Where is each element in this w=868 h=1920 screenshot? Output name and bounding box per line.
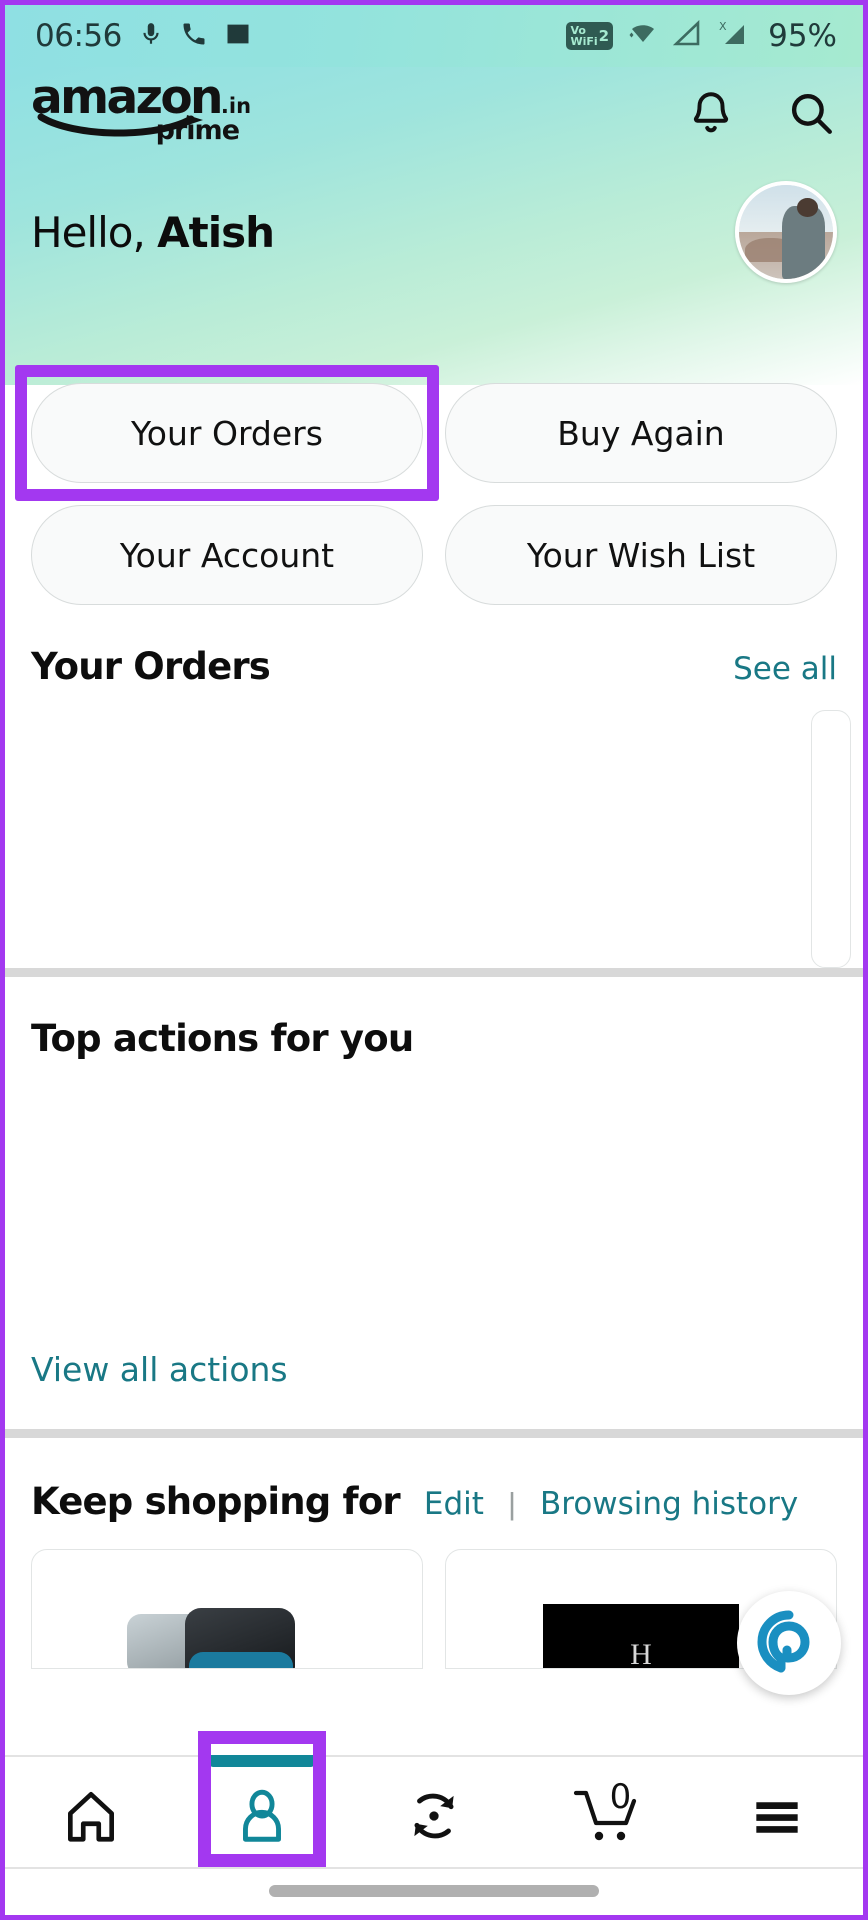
view-all-actions-row: View all actions <box>5 1350 863 1429</box>
prime-label: prime <box>155 115 240 146</box>
image-icon <box>224 20 252 53</box>
orders-section-title: Your Orders <box>31 645 271 688</box>
status-bar: 06:56 Vo WiFi 2 X 95% <box>5 5 863 67</box>
nav-profile[interactable] <box>177 1731 349 1875</box>
sync-icon <box>414 1793 454 1839</box>
wifi-icon <box>626 20 660 53</box>
status-time: 06:56 <box>35 18 122 54</box>
nav-home[interactable] <box>5 1757 177 1875</box>
status-bar-left: 06:56 <box>35 18 252 54</box>
nav-cart[interactable]: 0 <box>520 1757 692 1875</box>
nav-divider <box>5 1867 863 1869</box>
vowifi-line2: WiFi <box>570 35 598 48</box>
order-card-peek[interactable] <box>811 710 851 968</box>
signal-empty-icon <box>672 19 703 53</box>
greeting-row: Hello, Atish <box>31 181 837 283</box>
phone-screen-glow <box>189 1652 293 1668</box>
quick-action-cell-3: Your Wish List <box>445 505 837 605</box>
section-divider-1 <box>5 968 863 977</box>
greeting-prefix: Hello, <box>31 207 158 257</box>
vowifi-number: 2 <box>598 26 610 45</box>
black-product-thumbnail: H <box>543 1604 739 1669</box>
top-actions-section: Top actions for you <box>5 977 863 1350</box>
top-actions-header: Top actions for you <box>31 977 837 1060</box>
greeting-text: Hello, Atish <box>31 207 275 257</box>
nav-menu[interactable] <box>691 1757 863 1875</box>
smartphone-thumbnail <box>127 1590 327 1668</box>
nav-refresh[interactable] <box>348 1757 520 1875</box>
section-divider-2 <box>5 1429 863 1438</box>
home-icon <box>67 1791 114 1842</box>
your-account-button[interactable]: Your Account <box>31 505 423 605</box>
keep-shopping-title: Keep shopping for <box>31 1480 401 1523</box>
battery-percent: 95% <box>768 18 837 54</box>
svg-text:X: X <box>719 20 727 33</box>
avatar-head <box>797 198 818 217</box>
bottom-nav-row: 0 <box>5 1731 863 1875</box>
product-card-0[interactable] <box>31 1549 423 1669</box>
your-orders-button[interactable]: Your Orders <box>31 383 423 483</box>
top-actions-title: Top actions for you <box>31 1017 414 1060</box>
person-icon <box>243 1789 282 1842</box>
cart-icon-wrap: 0 <box>570 1777 642 1849</box>
phone-screen: 06:56 Vo WiFi 2 X 95% amazon.in prime He… <box>0 0 868 1920</box>
phone-call-icon <box>180 20 208 53</box>
hamburger-menu-icon <box>756 1802 798 1833</box>
cart-badge: 0 <box>609 1777 632 1817</box>
orders-section-header: Your Orders See all <box>31 605 837 688</box>
vowifi-badge: Vo WiFi 2 <box>566 22 614 50</box>
view-all-actions-link[interactable]: View all actions <box>31 1350 288 1389</box>
keep-shopping-edit-link[interactable]: Edit <box>424 1486 484 1522</box>
amazon-prime-logo[interactable]: amazon.in prime <box>31 73 251 147</box>
keep-shopping-separator: | <box>507 1486 516 1521</box>
quick-action-cell-0: Your Orders <box>15 365 439 501</box>
orders-see-all-link[interactable]: See all <box>733 651 837 687</box>
quick-action-cell-1: Buy Again <box>445 383 837 483</box>
status-bar-right: Vo WiFi 2 X 95% <box>566 18 837 54</box>
quick-action-cell-2: Your Account <box>31 505 423 605</box>
buy-again-button[interactable]: Buy Again <box>445 383 837 483</box>
browsing-history-link[interactable]: Browsing history <box>540 1486 798 1522</box>
alexa-assistant-button[interactable] <box>737 1591 841 1695</box>
gesture-home-bar[interactable] <box>269 1885 599 1897</box>
search-icon[interactable] <box>785 87 837 139</box>
app-header: amazon.in prime Hello, Atish <box>5 67 863 385</box>
header-top-row: amazon.in prime <box>31 67 837 163</box>
header-actions <box>685 73 837 139</box>
microphone-icon <box>138 19 164 54</box>
quick-action-grid: Your Orders Buy Again Your Account Your … <box>5 365 863 605</box>
orders-carousel[interactable] <box>31 688 851 968</box>
avatar[interactable] <box>735 181 837 283</box>
top-actions-body <box>31 1060 837 1350</box>
bottom-navigation: 0 <box>5 1731 863 1915</box>
keep-shopping-section: Keep shopping for Edit | Browsing histor… <box>5 1438 863 1669</box>
greeting-name: Atish <box>157 207 275 257</box>
keep-shopping-products: H <box>31 1549 837 1669</box>
notification-bell-icon[interactable] <box>685 87 737 139</box>
black-product-caption: H <box>630 1638 652 1669</box>
nav-active-indicator <box>210 1755 315 1767</box>
keep-shopping-header: Keep shopping for Edit | Browsing histor… <box>31 1438 837 1523</box>
your-wish-list-button[interactable]: Your Wish List <box>445 505 837 605</box>
your-orders-section: Your Orders See all <box>5 605 863 968</box>
signal-x-icon: X <box>716 19 750 54</box>
